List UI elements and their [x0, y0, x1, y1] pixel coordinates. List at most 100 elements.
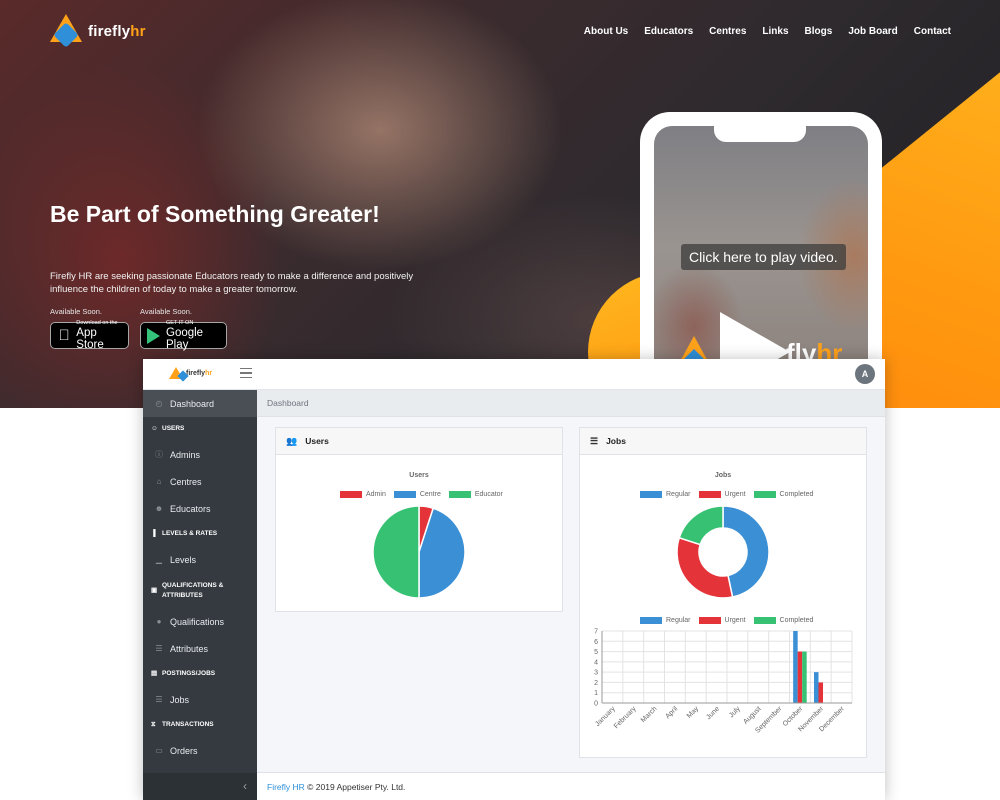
- money-icon: ▭: [155, 746, 163, 755]
- breadcrumb: Dashboard: [257, 390, 885, 417]
- sidebar-item-admins[interactable]: ⓘ Admins: [143, 441, 257, 468]
- y-tick-label: 3: [594, 670, 598, 677]
- x-tick-label: March: [640, 705, 659, 724]
- sidebar-item-dashboard[interactable]: ◴ Dashboard: [143, 390, 257, 417]
- sidebar-item-centres[interactable]: ⌂ Centres: [143, 468, 257, 495]
- users-card: 👥 Users Users Admin Centre Educator: [275, 427, 563, 612]
- building-icon: ⌂: [156, 477, 162, 486]
- chart-icon: ▐: [151, 530, 156, 537]
- sidebar-label: Qualifications: [170, 616, 225, 627]
- sidebar-section-postings-jobs: ▤ POSTINGS/JOBS: [143, 662, 257, 686]
- sidebar-item-jobs[interactable]: ☰ Jobs: [143, 686, 257, 713]
- hero-section: fireflyhr About Us Educators Centres Lin…: [0, 0, 1000, 408]
- users-icon: ☺: [151, 425, 158, 432]
- sidebar-item-levels[interactable]: ▁ Levels: [143, 546, 257, 573]
- users-card-header: 👥 Users: [276, 428, 562, 455]
- hero-subtitle: Firefly HR are seeking passionate Educat…: [50, 271, 414, 295]
- apple-icon: : [57, 327, 71, 344]
- nav-job-board[interactable]: Job Board: [848, 26, 897, 37]
- bar-completed-october[interactable]: [802, 651, 807, 703]
- nav-centres[interactable]: Centres: [709, 26, 746, 37]
- logo-text: fireflyhr: [88, 22, 146, 40]
- sidebar-label: Centres: [170, 476, 202, 487]
- pie-slice-educator[interactable]: [372, 505, 420, 599]
- briefcase-icon: ▤: [151, 670, 158, 677]
- sidebar-section-transactions: ⧖ TRANSACTIONS: [143, 713, 257, 737]
- sidebar-label: Orders: [170, 745, 198, 756]
- users-pie-chart: [372, 505, 466, 599]
- sidebar-label: TRANSACTIONS: [162, 721, 214, 728]
- sidebar: ◴ Dashboard ☺ USERS ⓘ Admins ⌂ Centres ☻ Educator…: [143, 390, 257, 800]
- sidebar-item-educators[interactable]: ☻ Educators: [143, 495, 257, 522]
- y-tick-label: 4: [594, 659, 598, 666]
- info-icon: ⓘ: [155, 450, 163, 459]
- nav-links[interactable]: Links: [762, 26, 788, 37]
- x-tick-label: May: [686, 705, 701, 720]
- bar-urgent-november[interactable]: [818, 682, 824, 703]
- sidebar-label: POSTINGS/JOBS: [162, 670, 216, 677]
- dashboard-logo[interactable]: fireflyhr: [169, 367, 212, 382]
- googleplay-availability: Available Soon.: [140, 307, 192, 316]
- x-tick-label: June: [705, 705, 721, 721]
- list-icon: ☰: [155, 644, 163, 653]
- nav-about-us[interactable]: About Us: [584, 26, 628, 37]
- footer-copyright: © 2019 Appetiser Pty. Ltd.: [304, 782, 406, 792]
- jobs-card: ☰ Jobs Jobs Regular Urgent Completed Regul…: [579, 427, 867, 758]
- menu-toggle-icon[interactable]: [240, 368, 252, 378]
- pie-slice-urgent[interactable]: [676, 536, 734, 599]
- bar-regular-november[interactable]: [814, 672, 819, 703]
- footer-link[interactable]: Firefly HR: [267, 782, 305, 792]
- nav-blogs[interactable]: Blogs: [805, 26, 833, 37]
- google-play-icon: [147, 327, 160, 344]
- handshake-icon: ⧖: [151, 721, 156, 728]
- nav-educators[interactable]: Educators: [644, 26, 693, 37]
- x-tick-label: August: [742, 705, 762, 725]
- sidebar-collapse-button[interactable]: ‹: [143, 773, 257, 800]
- admin-dashboard-window: fireflyhr A ◴ Dashboard ☺ USERS ⓘ Admins ⌂ Cent…: [143, 359, 885, 800]
- y-tick-label: 6: [594, 639, 598, 646]
- phone-notch: [714, 126, 806, 142]
- appstore-big-label: App Store: [76, 327, 104, 351]
- user-avatar[interactable]: A: [855, 364, 875, 384]
- sidebar-item-orders[interactable]: ▭ Orders: [143, 737, 257, 764]
- x-tick-label: July: [728, 705, 742, 719]
- chevron-left-icon[interactable]: ‹: [243, 779, 247, 793]
- googleplay-big-label: Google Play: [166, 327, 204, 351]
- sidebar-item-qualifications[interactable]: ● Qualifications: [143, 608, 257, 635]
- list-ul-icon: ☰: [155, 695, 163, 704]
- sidebar-label: Jobs: [170, 694, 190, 705]
- jobs-charts: 01234567JanuaryFebruary March April May June…: [594, 505, 853, 735]
- jobs-card-header: ☰ Jobs: [580, 428, 866, 455]
- sidebar-label: LEVELS & RATES: [162, 530, 218, 537]
- firefly-logo-icon: [50, 14, 82, 48]
- googleplay-small-label: GET IT ON: [166, 320, 194, 326]
- site-logo[interactable]: fireflyhr: [50, 14, 146, 48]
- y-tick-label: 0: [594, 701, 598, 708]
- sidebar-section-qualifications-attributes: ▣ QUALIFICATIONS & ATTRIBUTES: [143, 573, 257, 608]
- sidebar-label: Levels: [170, 554, 197, 565]
- certificate-icon: ▣: [151, 586, 158, 594]
- firefly-logo-icon: [169, 367, 189, 382]
- bar-urgent-october[interactable]: [797, 651, 803, 703]
- y-tick-label: 1: [594, 690, 598, 697]
- bar-regular-october[interactable]: [793, 631, 798, 703]
- play-video-label[interactable]: Click here to play video.: [681, 244, 846, 270]
- y-tick-label: 7: [594, 629, 598, 636]
- google-play-button[interactable]: GET IT ON Google Play: [140, 320, 227, 351]
- video-preview[interactable]: Click here to play video. flyhr: [654, 126, 868, 398]
- app-store-button[interactable]:  Download on the App Store: [50, 320, 129, 351]
- top-navigation: About Us Educators Centres Links Blogs J…: [568, 26, 951, 37]
- gauge-icon: ◴: [155, 399, 163, 408]
- nav-contact[interactable]: Contact: [914, 26, 951, 37]
- sidebar-item-attributes[interactable]: ☰ Attributes: [143, 635, 257, 662]
- jobs-card-title: Jobs: [606, 436, 626, 446]
- pie-slice-completed[interactable]: [678, 505, 724, 546]
- hero-title: Be Part of Something Greater!: [50, 201, 380, 227]
- dashboard-footer: Firefly HR © 2019 Appetiser Pty. Ltd.: [257, 772, 885, 800]
- sidebar-label: USERS: [162, 425, 185, 432]
- y-tick-label: 5: [594, 649, 598, 656]
- sidebar-label: Attributes: [170, 643, 209, 654]
- circle-icon: ●: [156, 617, 162, 626]
- appstore-small-label: Download on the: [76, 320, 118, 326]
- users-card-title: Users: [305, 436, 329, 446]
